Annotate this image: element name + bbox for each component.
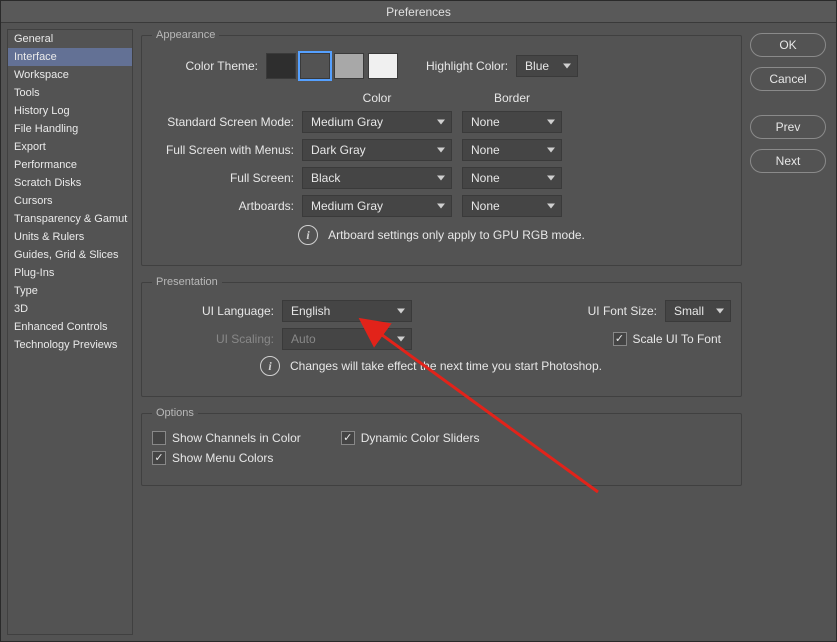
screen-mode-row: Full Screen with Menus:Dark Gray None: [152, 139, 731, 161]
ui-language-select[interactable]: English: [282, 300, 412, 322]
presentation-note: Changes will take effect the next time y…: [290, 359, 602, 373]
checkbox-icon: [613, 332, 627, 346]
preferences-window: Preferences GeneralInterfaceWorkspaceToo…: [0, 0, 837, 642]
prev-button[interactable]: Prev: [750, 115, 826, 139]
screen-mode-label: Full Screen with Menus:: [152, 143, 302, 157]
cancel-button[interactable]: Cancel: [750, 67, 826, 91]
screen-mode-label: Full Screen:: [152, 171, 302, 185]
sidebar-item-units-rulers[interactable]: Units & Rulers: [8, 228, 132, 246]
checkbox-icon: [341, 431, 355, 445]
screen-mode-row: Full Screen:Black None: [152, 167, 731, 189]
ui-font-size-label: UI Font Size:: [588, 304, 657, 318]
sidebar-item-plug-ins[interactable]: Plug-Ins: [8, 264, 132, 282]
sidebar-item-3d[interactable]: 3D: [8, 300, 132, 318]
sidebar-item-export[interactable]: Export: [8, 138, 132, 156]
screen-mode-border-select[interactable]: None: [462, 139, 562, 161]
screen-mode-color-select[interactable]: Medium Gray: [302, 195, 452, 217]
theme-swatch-dark[interactable]: [300, 53, 330, 79]
sidebar: GeneralInterfaceWorkspaceToolsHistory Lo…: [7, 29, 133, 635]
sidebar-item-general[interactable]: General: [8, 30, 132, 48]
color-theme-swatches: [266, 53, 398, 79]
sidebar-item-type[interactable]: Type: [8, 282, 132, 300]
column-header-color: Color: [302, 91, 452, 105]
highlight-color-label: Highlight Color:: [426, 59, 508, 73]
sidebar-item-tools[interactable]: Tools: [8, 84, 132, 102]
show-channels-checkbox[interactable]: Show Channels in Color: [152, 431, 301, 445]
screen-mode-label: Artboards:: [152, 199, 302, 213]
options-legend: Options: [152, 407, 198, 419]
checkbox-icon: [152, 431, 166, 445]
next-button[interactable]: Next: [750, 149, 826, 173]
window-title: Preferences: [386, 5, 451, 19]
sidebar-item-interface[interactable]: Interface: [8, 48, 132, 66]
sidebar-item-enhanced-controls[interactable]: Enhanced Controls: [8, 318, 132, 336]
column-header-border: Border: [462, 91, 562, 105]
screen-mode-color-select[interactable]: Medium Gray: [302, 111, 452, 133]
sidebar-item-cursors[interactable]: Cursors: [8, 192, 132, 210]
show-menu-colors-checkbox[interactable]: Show Menu Colors: [152, 451, 273, 465]
theme-swatch-light[interactable]: [334, 53, 364, 79]
ui-scaling-label: UI Scaling:: [152, 332, 282, 346]
sidebar-item-scratch-disks[interactable]: Scratch Disks: [8, 174, 132, 192]
screen-mode-color-select[interactable]: Black: [302, 167, 452, 189]
info-icon: i: [298, 225, 318, 245]
sidebar-item-guides-grid-slices[interactable]: Guides, Grid & Slices: [8, 246, 132, 264]
theme-swatch-darkest[interactable]: [266, 53, 296, 79]
right-button-column: OK Cancel Prev Next: [748, 23, 836, 641]
ui-scaling-select: Auto: [282, 328, 412, 350]
presentation-group: Presentation UI Language: English UI Fon…: [141, 276, 742, 397]
options-group: Options Show Channels in Color Dynamic C…: [141, 407, 742, 486]
screen-mode-row: Artboards:Medium Gray None: [152, 195, 731, 217]
screen-mode-border-select[interactable]: None: [462, 167, 562, 189]
sidebar-item-history-log[interactable]: History Log: [8, 102, 132, 120]
sidebar-item-technology-previews[interactable]: Technology Previews: [8, 336, 132, 354]
sidebar-item-performance[interactable]: Performance: [8, 156, 132, 174]
presentation-legend: Presentation: [152, 276, 222, 288]
sidebar-item-transparency-gamut[interactable]: Transparency & Gamut: [8, 210, 132, 228]
appearance-group: Appearance Color Theme: Highlight Color:…: [141, 29, 742, 266]
color-theme-label: Color Theme:: [152, 59, 266, 73]
scale-ui-to-font-checkbox[interactable]: Scale UI To Font: [613, 332, 722, 346]
screen-mode-border-select[interactable]: None: [462, 111, 562, 133]
ui-font-size-select[interactable]: Small: [665, 300, 731, 322]
screen-mode-row: Standard Screen Mode:Medium Gray None: [152, 111, 731, 133]
highlight-color-select[interactable]: Blue: [516, 55, 578, 77]
ui-language-label: UI Language:: [152, 304, 282, 318]
ok-button[interactable]: OK: [750, 33, 826, 57]
sidebar-item-file-handling[interactable]: File Handling: [8, 120, 132, 138]
appearance-legend: Appearance: [152, 29, 219, 41]
theme-swatch-lightest[interactable]: [368, 53, 398, 79]
content-row: GeneralInterfaceWorkspaceToolsHistory Lo…: [1, 23, 836, 641]
title-bar: Preferences: [1, 1, 836, 23]
main-panel: Appearance Color Theme: Highlight Color:…: [133, 23, 748, 641]
screen-mode-border-select[interactable]: None: [462, 195, 562, 217]
info-icon: i: [260, 356, 280, 376]
dynamic-sliders-checkbox[interactable]: Dynamic Color Sliders: [341, 431, 480, 445]
screen-mode-color-select[interactable]: Dark Gray: [302, 139, 452, 161]
checkbox-icon: [152, 451, 166, 465]
sidebar-item-workspace[interactable]: Workspace: [8, 66, 132, 84]
appearance-note: Artboard settings only apply to GPU RGB …: [328, 228, 585, 242]
screen-mode-label: Standard Screen Mode:: [152, 115, 302, 129]
